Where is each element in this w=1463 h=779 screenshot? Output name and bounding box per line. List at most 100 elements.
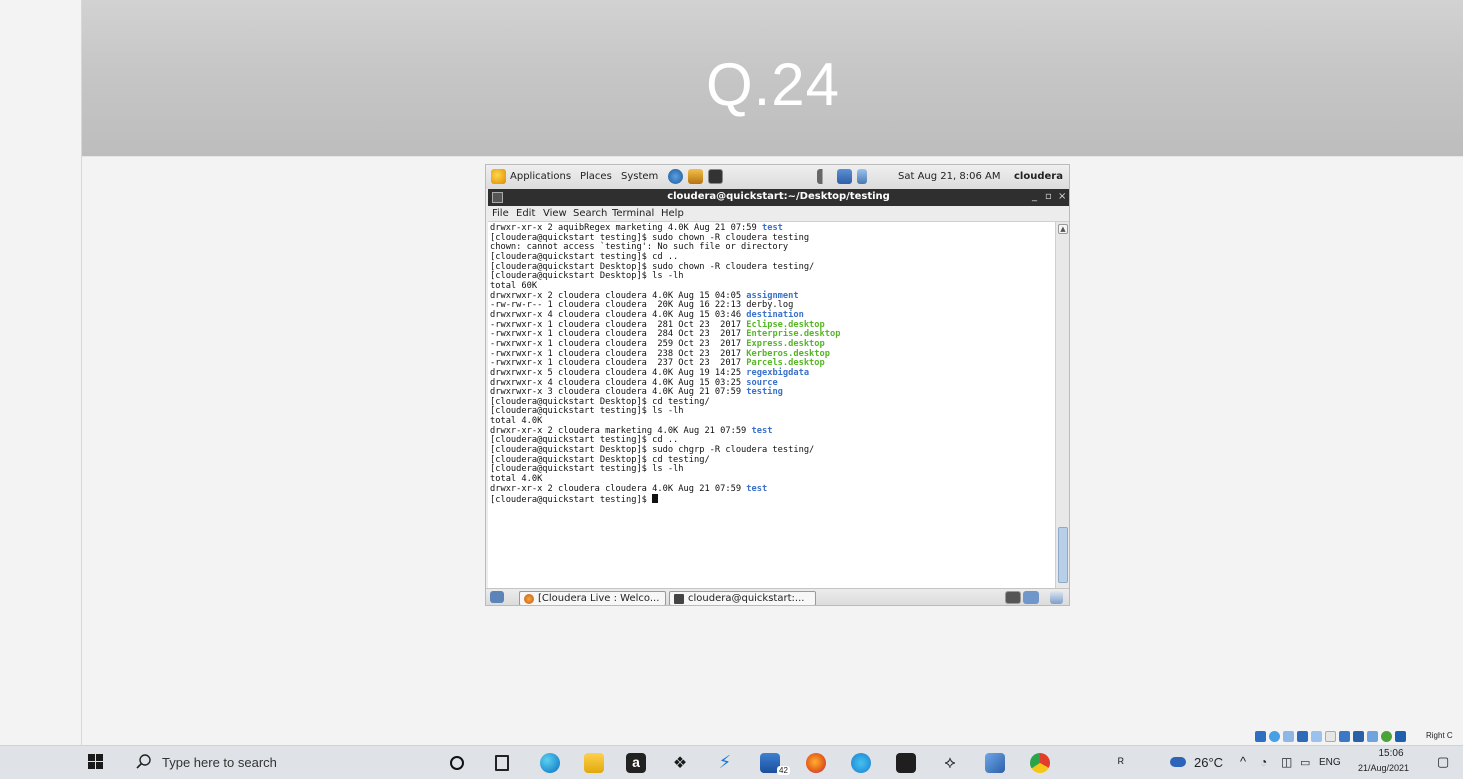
firefox-icon: [524, 594, 534, 604]
cortana-icon[interactable]: [450, 756, 464, 770]
maximize-button[interactable]: ▫: [1045, 191, 1052, 202]
store-icon[interactable]: [896, 753, 916, 773]
weather-cloud-icon[interactable]: [1170, 757, 1186, 767]
terminal-line-text: -rwxrwxr-x 1 cloudera cloudera 284 Oct 2…: [490, 329, 747, 340]
tray-strip-icon-11[interactable]: [1395, 731, 1406, 742]
menu-file[interactable]: File: [492, 208, 509, 219]
taskbar-search-placeholder[interactable]: Type here to search: [162, 755, 277, 770]
workspace-1-icon[interactable]: [1005, 591, 1021, 604]
clipboard-icon[interactable]: [857, 169, 867, 184]
tray-strip-icon-10[interactable]: [1381, 731, 1392, 742]
tray-strip-icon-8[interactable]: [1353, 731, 1364, 742]
vpn-icon[interactable]: ⟡: [940, 753, 960, 773]
menu-places[interactable]: Places: [580, 171, 612, 182]
task-terminal-label: cloudera@quickstart:...: [688, 593, 805, 604]
notifications-icon[interactable]: ▢: [1437, 754, 1449, 770]
menu-view[interactable]: View: [543, 208, 567, 219]
terminal-line-text: -rwxrwxr-x 1 cloudera cloudera 237 Oct 2…: [490, 358, 747, 369]
terminal-line: [cloudera@quickstart testing]$ ls -lh: [490, 465, 840, 475]
file-explorer-icon[interactable]: [584, 753, 604, 773]
terminal-filename: Express.desktop: [746, 338, 825, 349]
gnome-foot-icon[interactable]: [491, 169, 506, 184]
clock-time[interactable]: 15:06: [1361, 748, 1421, 759]
close-button[interactable]: ×: [1058, 191, 1066, 202]
terminal-line-text: [cloudera@quickstart Desktop]$ cd testin…: [490, 396, 710, 407]
tray-strip-icon-6[interactable]: [1325, 731, 1336, 742]
edge-icon[interactable]: [540, 753, 560, 773]
trash-icon[interactable]: [1050, 591, 1063, 604]
amazon-icon[interactable]: a: [626, 753, 646, 773]
chrome-icon[interactable]: [1030, 753, 1050, 773]
chevron-up-icon[interactable]: ^: [1240, 754, 1246, 769]
slide-title: Q.24: [705, 51, 841, 118]
terminal-filename: assignment: [746, 290, 799, 301]
menu-edit[interactable]: Edit: [516, 208, 535, 219]
workspace-2-icon[interactable]: [1023, 591, 1039, 604]
scrollbar-thumb[interactable]: [1058, 527, 1068, 583]
maps-icon[interactable]: [851, 753, 871, 773]
menu-applications[interactable]: Applications: [510, 171, 571, 182]
terminal-line-text: [cloudera@quickstart testing]$: [490, 495, 653, 506]
firefox-taskbar-icon[interactable]: [806, 753, 826, 773]
menu-help[interactable]: Help: [661, 208, 684, 219]
terminal-output[interactable]: drwxr-xr-x 2 aquibRegex marketing 4.0K A…: [488, 222, 1055, 588]
minimize-button[interactable]: _: [1032, 191, 1037, 202]
language-indicator[interactable]: ENG: [1319, 757, 1341, 768]
volume-icon[interactable]: [817, 169, 831, 184]
terminal-filename: test: [751, 425, 773, 436]
browser-launcher-icon[interactable]: [668, 169, 683, 184]
terminal-line-text: [cloudera@quickstart Desktop]$ sudo chow…: [490, 261, 815, 272]
wifi-icon[interactable]: ◔: [1260, 755, 1267, 769]
clock-date[interactable]: 21/Aug/2021: [1358, 763, 1409, 773]
terminal-filename: destination: [746, 309, 804, 320]
panel-user[interactable]: cloudera: [1014, 171, 1063, 182]
tray-strip-icon-7[interactable]: [1339, 731, 1350, 742]
terminal-filename: Kerberos.desktop: [746, 348, 830, 359]
terminal-line-text: drwxrwxr-x 4 cloudera cloudera 4.0K Aug …: [490, 309, 747, 320]
people-icon[interactable]: ᴿ: [1118, 755, 1124, 770]
task-terminal[interactable]: cloudera@quickstart:...: [669, 591, 816, 605]
battery-icon[interactable]: ▭: [1300, 756, 1310, 769]
menu-terminal[interactable]: Terminal: [612, 208, 654, 219]
vscode-icon[interactable]: ⚡: [715, 753, 735, 773]
terminal-line-text: [cloudera@quickstart testing]$ ls -lh: [490, 464, 684, 475]
tray-strip-icon-2[interactable]: [1269, 731, 1280, 742]
task-view-icon[interactable]: [495, 755, 509, 771]
tray-strip-icon-3[interactable]: [1283, 731, 1294, 742]
tray-strip: Right C: [1253, 730, 1463, 744]
weather-temperature[interactable]: 26°C: [1194, 755, 1223, 770]
tray-strip-icon-4[interactable]: [1297, 731, 1308, 742]
terminal-filename: test: [761, 223, 783, 233]
terminal-scrollbar[interactable]: ▲: [1055, 222, 1069, 588]
search-icon[interactable]: [135, 753, 153, 771]
terminal-titlebar[interactable]: cloudera@quickstart:~/Desktop/testing _ …: [488, 189, 1069, 206]
tray-strip-icon-5[interactable]: [1311, 731, 1322, 742]
tray-strip-icon-9[interactable]: [1367, 731, 1378, 742]
terminal-filename: source: [746, 377, 778, 388]
terminal-launcher-icon[interactable]: [708, 169, 723, 184]
terminal-filename: testing: [746, 387, 783, 398]
tray-strip-icon-1[interactable]: [1255, 731, 1266, 742]
dropbox-icon[interactable]: ❖: [670, 753, 690, 773]
terminal-task-icon: [674, 594, 684, 604]
terminal-line: [cloudera@quickstart testing]$: [490, 494, 840, 506]
panel-clock[interactable]: Sat Aug 21, 8:06 AM: [898, 171, 1000, 182]
volume-tray-icon[interactable]: ◫: [1281, 755, 1292, 769]
terminal-line-text: drwxr-xr-x 2 aquibRegex marketing 4.0K A…: [490, 223, 762, 233]
screen: Q.24 Applications Places System Sat Aug …: [0, 0, 1463, 779]
menu-search[interactable]: Search: [573, 208, 607, 219]
network-icon[interactable]: [837, 169, 852, 184]
terminal-line-text: chown: cannot access `testing': No such …: [490, 242, 789, 253]
virtualbox-icon[interactable]: [985, 753, 1005, 773]
mail-launcher-icon[interactable]: [688, 169, 703, 184]
windows-start-icon[interactable]: [88, 754, 104, 770]
scroll-up-arrow-icon[interactable]: ▲: [1058, 224, 1068, 234]
terminal-line-text: [cloudera@quickstart Desktop]$ sudo chgr…: [490, 445, 815, 456]
terminal-line-text: total 4.0K: [490, 416, 543, 427]
terminal-filename: Enterprise.desktop: [746, 329, 841, 340]
terminal-lines: drwxr-xr-x 2 aquibRegex marketing 4.0K A…: [490, 223, 841, 506]
show-desktop-icon[interactable]: [490, 591, 504, 603]
menu-system[interactable]: System: [621, 171, 658, 182]
task-browser[interactable]: [Cloudera Live : Welco...: [519, 591, 666, 605]
terminal-line-text: total 60K: [490, 280, 538, 291]
